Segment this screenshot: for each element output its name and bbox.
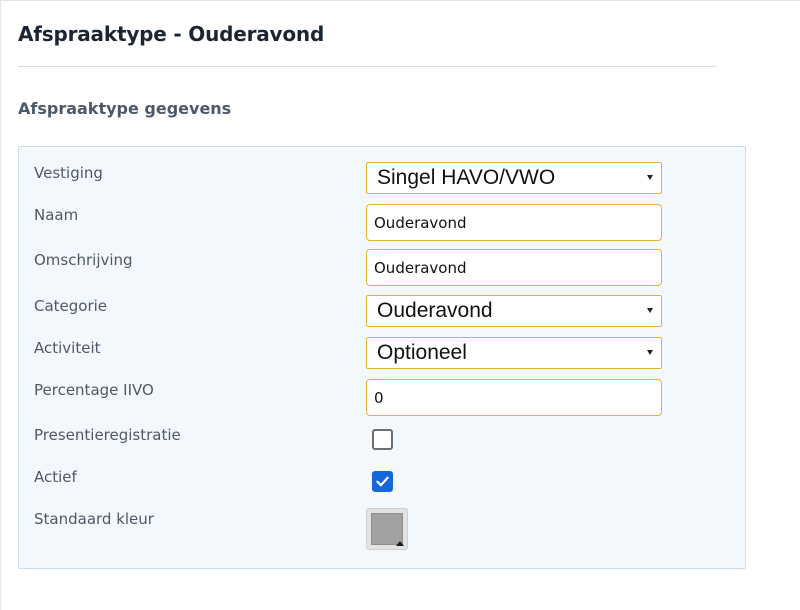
categorie-label: Categorie: [34, 297, 108, 315]
window-left-border: [0, 0, 1, 610]
presentieregistratie-checkbox[interactable]: [372, 429, 393, 450]
naam-input[interactable]: [366, 204, 662, 241]
vestiging-select[interactable]: Singel HAVO/VWO: [366, 162, 662, 194]
title-divider: [18, 66, 716, 67]
triangle-up-icon: [396, 541, 404, 546]
window-top-border: [0, 0, 800, 1]
activiteit-select[interactable]: Optioneel: [366, 337, 662, 369]
caret-down-icon: [647, 350, 653, 355]
categorie-select[interactable]: Ouderavond: [366, 295, 662, 327]
actief-label: Actief: [34, 468, 77, 486]
vestiging-select-value: Singel HAVO/VWO: [377, 166, 556, 189]
categorie-select-value: Ouderavond: [377, 299, 493, 322]
caret-down-icon: [647, 308, 653, 313]
standaard-kleur-color-picker[interactable]: [366, 508, 408, 550]
activiteit-select-value: Optioneel: [377, 341, 467, 364]
standaard-kleur-label: Standaard kleur: [34, 510, 154, 528]
activiteit-label: Activiteit: [34, 339, 101, 357]
actief-checkbox[interactable]: [372, 471, 393, 492]
vestiging-label: Vestiging: [34, 164, 103, 182]
presentieregistratie-label: Presentieregistratie: [34, 426, 181, 444]
page-title: Afspraaktype - Ouderavond: [18, 22, 325, 46]
checkmark-icon: [376, 476, 389, 487]
section-heading: Afspraaktype gegevens: [18, 99, 232, 118]
percentage-iivo-input[interactable]: [366, 379, 662, 416]
omschrijving-input[interactable]: [366, 249, 662, 286]
caret-down-icon: [647, 175, 653, 180]
naam-label: Naam: [34, 206, 79, 224]
omschrijving-label: Omschrijving: [34, 251, 133, 269]
percentage-iivo-label: Percentage IIVO: [34, 381, 154, 399]
